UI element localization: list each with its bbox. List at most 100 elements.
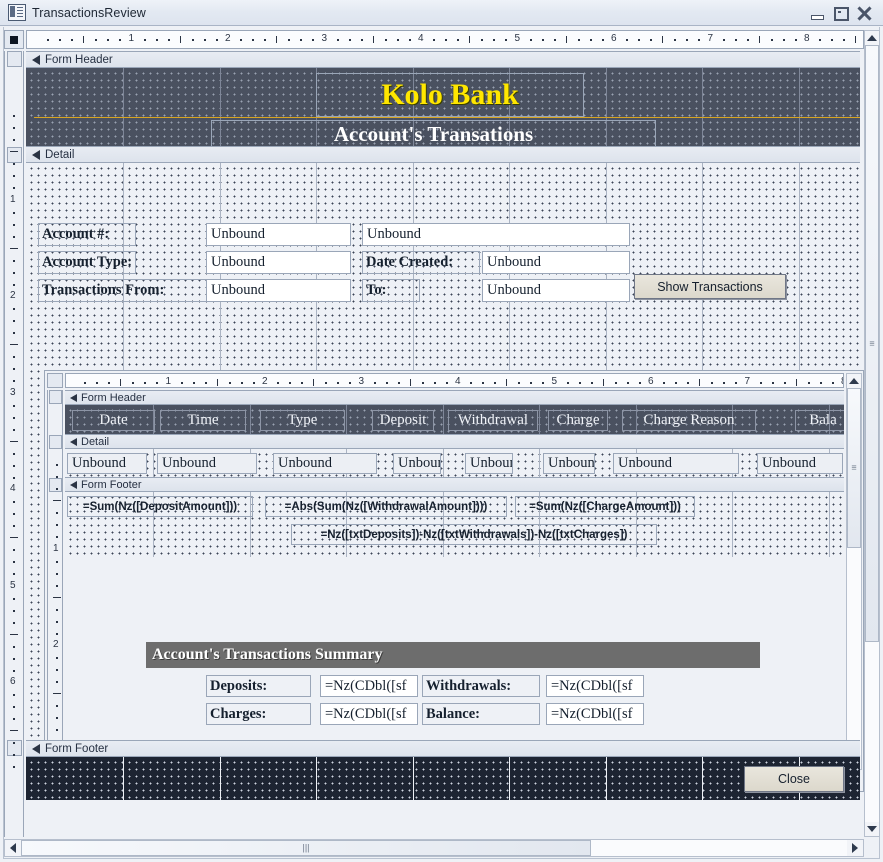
ruler-tick [313,379,314,386]
summary-title-label[interactable]: Account's Transactions Summary [146,642,760,668]
textbox-summary-deposits[interactable]: =Nz(CDbl([sf [320,675,418,697]
column-header-charge-reason[interactable]: Charge Reason [622,410,756,431]
subform-detail-canvas[interactable]: Unbound Unbound Unbound Unbound Unbound … [65,449,844,477]
header-subtitle-label[interactable]: Account's Transations [211,120,656,148]
minimize-icon[interactable] [809,6,824,20]
subform-horizontal-ruler[interactable]: 1 2 3 4 5 6 7 8 [65,373,844,388]
subform-vertical-scrollbar[interactable]: ≡ [846,373,862,770]
close-icon[interactable] [857,6,872,20]
section-band-label: Form Footer [45,742,109,755]
ruler-tick [698,39,700,41]
textbox-account-name[interactable]: Unbound [362,223,630,246]
section-band-form-footer[interactable]: Form Footer [26,740,860,757]
detail-canvas[interactable]: Account #: Unbound Unbound Account Type:… [26,163,864,792]
label-account-number[interactable]: Account #: [38,223,136,246]
textbox-type[interactable]: Unbound [273,453,377,474]
subform-band-form-header[interactable]: Form Header [65,390,844,405]
main-scroll-down-arrow[interactable] [865,822,879,836]
label-date-created[interactable]: Date Created: [362,251,480,274]
label-summary-withdrawals[interactable]: Withdrawals: [422,675,540,697]
ruler-tick [13,501,15,503]
textbox-deposit[interactable]: Unbound [393,453,441,474]
textbox-date-created[interactable]: Unbound [482,251,630,274]
main-scroll-up-arrow[interactable] [865,31,879,45]
section-handle-form-header[interactable] [7,51,22,67]
label-summary-balance[interactable]: Balance: [422,703,540,725]
textbox-charge-reason[interactable]: Unbound [613,453,739,474]
close-button[interactable]: Close [744,766,844,792]
subform-band-detail[interactable]: Detail [65,434,844,449]
ruler-tick [53,500,61,501]
subform-scroll-thumb[interactable]: ≡ [847,388,861,548]
column-header-time[interactable]: Time [160,410,246,431]
textbox-account-number[interactable]: Unbound [206,223,351,246]
column-header-date[interactable]: Date [72,410,155,431]
textbox-time[interactable]: Unbound [157,453,257,474]
ruler-tick [469,36,470,43]
textbox-date[interactable]: Unbound [67,453,147,474]
textbox-summary-balance[interactable]: =Nz(CDbl([sf [546,703,644,725]
expr-total-charges[interactable]: =Sum(Nz([ChargeAmount])) [515,496,695,517]
section-handle-detail[interactable] [7,147,22,163]
column-header-type[interactable]: Type [260,410,345,431]
subform-control-transactions[interactable]: 12345678 12 Form Header [44,370,864,792]
section-band-form-header[interactable]: Form Header [26,51,860,68]
section-band-detail[interactable]: Detail [26,146,860,163]
label-transactions-to[interactable]: To: [362,279,420,302]
ruler-tick [13,525,15,527]
subform-vertical-ruler[interactable]: 12 [47,390,63,770]
form-footer-canvas[interactable]: Close [26,757,860,800]
expr-balance[interactable]: =Nz([txtDeposits])-Nz([txtWithdrawals])-… [291,524,657,545]
ruler-tick [13,380,15,382]
label-summary-charges[interactable]: Charges: [206,703,311,725]
subform-ruler-corner[interactable] [47,373,63,388]
ruler-tick-label: 1 [10,193,16,205]
main-scroll-right-arrow[interactable] [847,840,863,856]
show-transactions-button[interactable]: Show Transactions [634,274,786,299]
label-transactions-from[interactable]: Transactions From: [38,279,214,302]
textbox-transactions-to[interactable]: Unbound [482,279,630,302]
main-scroll-thumb[interactable]: ≡ [865,45,879,642]
subform-section-handle-detail[interactable] [49,435,62,449]
label-account-type[interactable]: Account Type: [38,251,136,274]
subform-footer-canvas[interactable]: =Sum(Nz([DepositAmount])) =Abs(Sum(Nz([W… [65,492,844,557]
column-header-charge[interactable]: Charge [548,410,608,431]
form-header-canvas[interactable]: Kolo Bank Account's Transations [26,68,860,148]
textbox-transactions-from[interactable]: Unbound [206,279,351,302]
ruler-tick [13,356,15,358]
ruler-tick [650,39,652,41]
column-header-withdrawal[interactable]: Withdrawal [448,410,538,431]
main-hscroll-thumb[interactable]: ||| [21,840,591,856]
horizontal-ruler[interactable]: 1 2 3 4 5 6 7 8 [26,30,864,49]
subform-scroll-up-arrow[interactable] [847,374,861,388]
ruler-tick [493,39,495,41]
expr-total-withdrawals[interactable]: =Abs(Sum(Nz([WithdrawalAmount]))) [265,496,507,517]
vertical-ruler[interactable]: 1 2 3 4 5 6 [4,51,24,837]
header-accent-line [34,117,860,118]
textbox-account-type[interactable]: Unbound [206,251,351,274]
subform-section-handle-header[interactable] [49,390,62,404]
bank-title-label[interactable]: Kolo Bank [316,73,584,117]
ruler-tick [13,694,15,696]
expr-total-deposits[interactable]: =Sum(Nz([DepositAmount])) [67,496,253,517]
main-horizontal-scrollbar[interactable]: ||| [4,839,864,857]
ruler-corner-box[interactable] [4,30,24,49]
column-header-balance[interactable]: Bala [795,410,844,431]
restore-icon[interactable] [833,6,849,21]
main-scroll-left-arrow[interactable] [5,840,21,856]
ruler-tick [615,382,617,384]
textbox-balance[interactable]: Unbound [757,453,843,474]
ruler-tick-label: 6 [10,676,16,687]
textbox-charge[interactable]: Unbound [543,453,595,474]
ruler-tick [675,382,677,384]
textbox-summary-charges[interactable]: =Nz(CDbl([sf [320,703,418,725]
textbox-summary-withdrawals[interactable]: =Nz(CDbl([sf [546,675,644,697]
subform-header-canvas[interactable]: Date Time Type Deposit Withdrawal Charge… [65,405,844,434]
textbox-withdrawal[interactable]: Unbound [465,453,513,474]
column-header-deposit[interactable]: Deposit [372,410,434,431]
main-vertical-scrollbar[interactable]: ≡ [864,30,880,837]
ruler-tick [530,39,532,41]
subform-band-form-footer[interactable]: Form Footer [65,477,844,492]
label-summary-deposits[interactable]: Deposits: [206,675,311,697]
ruler-tick [144,382,146,384]
